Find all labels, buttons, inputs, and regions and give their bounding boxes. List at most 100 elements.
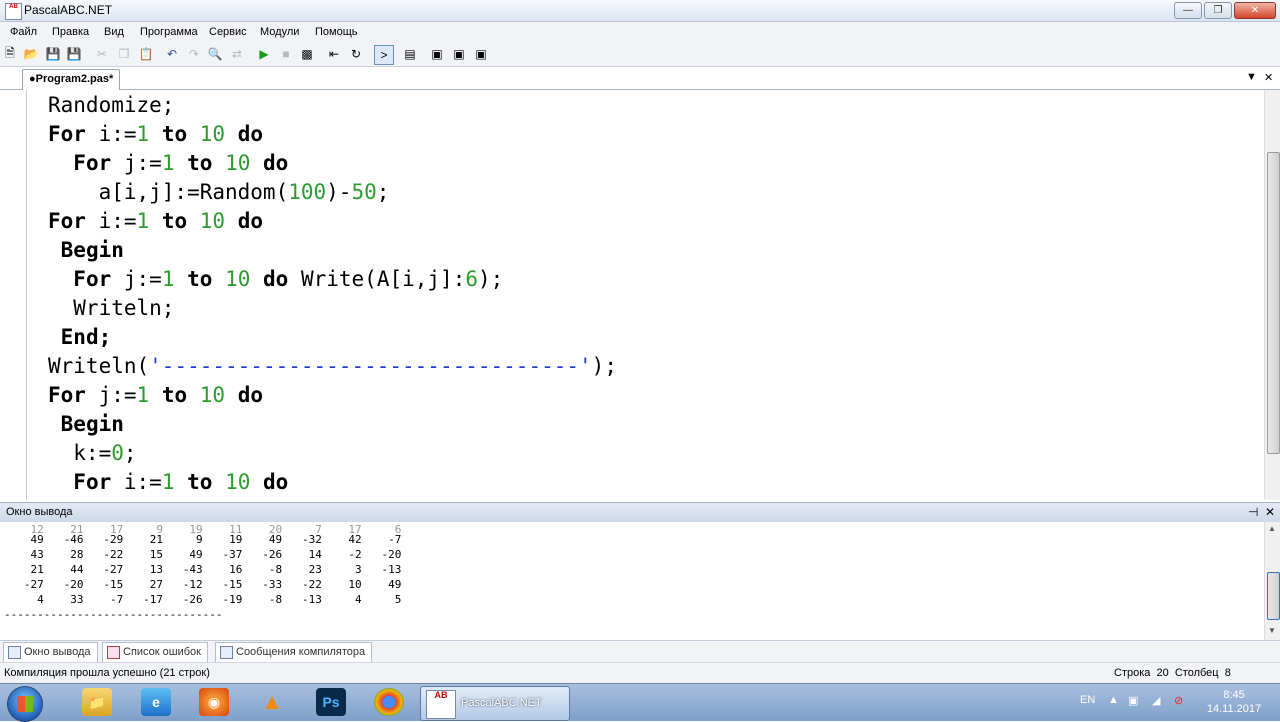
run-icon[interactable]: ▶ <box>256 46 272 62</box>
chrome-icon[interactable] <box>374 688 404 716</box>
code-line: Writeln('-------------------------------… <box>48 354 617 378</box>
menu-help[interactable]: Помощь <box>315 26 358 38</box>
tab-compiler-messages[interactable]: Сообщения компилятора <box>215 642 373 663</box>
panel-tabs: Окно вывода Список ошибок Сообщения комп… <box>0 640 1280 663</box>
menu-bar: Файл Правка Вид Программа Сервис Модули … <box>0 22 1280 42</box>
pascalabc-icon: AB <box>426 690 456 719</box>
firefox-icon[interactable]: ◉ <box>199 688 229 716</box>
code-editor[interactable]: Randomize; For i:=1 to 10 do For j:=1 to … <box>0 90 1264 500</box>
code-line: For i:=1 to 10 do <box>73 470 289 494</box>
scroll-down-icon[interactable]: ▼ <box>1268 626 1276 635</box>
menu-file[interactable]: Файл <box>10 26 37 38</box>
output-header: Окно вывода ⊣ ✕ <box>0 502 1280 523</box>
cut-icon[interactable]: ✂ <box>94 46 110 62</box>
tab-close-icon[interactable]: ✕ <box>1264 71 1273 84</box>
code-line: Begin <box>60 412 124 436</box>
code-line: Begin <box>60 238 124 262</box>
output-close-icon[interactable]: ✕ <box>1265 505 1275 519</box>
maximize-button[interactable]: ❐ <box>1204 2 1232 19</box>
tray-expand-icon[interactable]: ▲ <box>1108 694 1119 706</box>
status-bar: Компиляция прошла успешно (21 строк) Стр… <box>0 662 1280 684</box>
tray-device-icon[interactable]: ▣ <box>1128 694 1138 707</box>
output-scroll-thumb[interactable] <box>1267 572 1280 620</box>
code-line: Randomize; <box>48 93 175 117</box>
output-line: 49 -46 -29 21 9 19 49 -32 42 -7 <box>4 533 402 546</box>
window-icon-3[interactable]: ▣ <box>473 46 489 62</box>
taskbar-pascalabc[interactable]: AB PascalABC.NET <box>420 686 570 721</box>
menu-view[interactable]: Вид <box>104 26 124 38</box>
output-icon <box>8 646 21 659</box>
tab-list-icon[interactable]: ▼ <box>1246 71 1257 83</box>
output-line: -27 -20 -15 27 -12 -15 -33 -22 10 49 <box>4 578 402 591</box>
explorer-icon[interactable]: 📁 <box>82 688 112 716</box>
editor-gutter <box>26 90 27 500</box>
document-tabs: ●Program2.pas* ▼ ✕ <box>0 67 1280 90</box>
format-icon[interactable]: ▤ <box>402 46 418 62</box>
console-icon[interactable]: > <box>374 45 394 65</box>
save-icon[interactable]: 💾 <box>45 46 61 62</box>
code-line: For j:=1 to 10 do Write(A[i,j]:6); <box>73 267 504 291</box>
vlc-icon[interactable]: ▲ <box>257 688 287 716</box>
output-title: Окно вывода <box>6 506 73 518</box>
taskbar: 📁 e ◉ ▲ Ps AB PascalABC.NET EN ▲ ▣ ◢ ⊘ 8… <box>0 683 1280 722</box>
replace-icon[interactable]: ⇄ <box>229 46 245 62</box>
new-file-icon[interactable]: 🗎 <box>2 46 18 62</box>
code-line: For i:=1 to 10 do <box>48 209 264 233</box>
window-icon-2[interactable]: ▣ <box>451 46 467 62</box>
window-icon-1[interactable]: ▣ <box>429 46 445 62</box>
redo-icon[interactable]: ↷ <box>186 46 202 62</box>
step-over-icon[interactable]: ↻ <box>348 46 364 62</box>
pin-icon[interactable]: ⊣ <box>1248 505 1258 519</box>
volume-muted-icon[interactable]: ⊘ <box>1174 694 1183 707</box>
output-line: 43 28 -22 15 49 -37 -26 14 -2 -20 <box>4 548 402 561</box>
output-line: 4 33 -7 -17 -26 -19 -8 -13 4 5 <box>4 593 402 606</box>
menu-service[interactable]: Сервис <box>209 26 247 38</box>
network-icon[interactable]: ◢ <box>1152 694 1160 707</box>
save-all-icon[interactable]: 💾 <box>66 46 82 62</box>
output-line: 21 44 -27 13 -43 16 -8 23 3 -13 <box>4 563 402 576</box>
find-icon[interactable]: 🔍 <box>207 46 223 62</box>
scroll-up-icon[interactable]: ▲ <box>1268 524 1276 533</box>
code-line: k:=0; <box>48 441 137 465</box>
close-button[interactable]: ✕ <box>1234 2 1276 19</box>
window-title: PascalABC.NET <box>24 3 113 17</box>
error-list-icon <box>107 646 120 659</box>
undo-icon[interactable]: ↶ <box>164 46 180 62</box>
window-controls: — ❐ ✕ <box>1174 2 1276 19</box>
start-button[interactable] <box>7 686 43 722</box>
code-line: Writeln; <box>48 296 175 320</box>
paste-icon[interactable]: 📋 <box>138 46 154 62</box>
compile-icon[interactable]: ▩ <box>299 46 315 62</box>
code-line: a[i,j]:=Random(100)-50; <box>48 180 390 204</box>
menu-modules[interactable]: Модули <box>260 26 299 38</box>
minimize-button[interactable]: — <box>1174 2 1202 19</box>
title-bar: AB PascalABC.NET — ❐ ✕ <box>0 0 1280 22</box>
menu-edit[interactable]: Правка <box>52 26 89 38</box>
code-line: For i:=1 to 10 do <box>48 122 264 146</box>
output-window[interactable]: 12 21 17 9 19 11 20 7 17 6 49 -46 -29 21… <box>0 522 1264 640</box>
editor-scrollbar[interactable] <box>1264 90 1280 500</box>
messages-icon <box>220 646 233 659</box>
copy-icon[interactable]: ❐ <box>116 46 132 62</box>
clock[interactable]: 8:45 14.11.2017 <box>1206 688 1262 716</box>
code-line: For j:=1 to 10 do <box>73 151 289 175</box>
open-folder-icon[interactable]: 📂 <box>23 46 39 62</box>
step-into-icon[interactable]: ⇤ <box>326 46 342 62</box>
menu-program[interactable]: Программа <box>140 26 198 38</box>
stop-icon[interactable]: ■ <box>278 46 294 62</box>
photoshop-icon[interactable]: Ps <box>316 688 346 716</box>
cursor-position: Строка 20 Столбец 8 <box>1114 667 1231 679</box>
tab-errors[interactable]: Список ошибок <box>102 642 208 663</box>
language-indicator[interactable]: EN <box>1080 694 1095 706</box>
code-line: For j:=1 to 10 do <box>48 383 264 407</box>
ie-icon[interactable]: e <box>141 688 171 716</box>
toolbar: 🗎 📂 💾 💾 ✂ ❐ 📋 ↶ ↷ 🔍 ⇄ ▶ ■ ▩ ⇤ ↻ > ▤ ▣ ▣ … <box>0 42 1280 67</box>
code-line: End; <box>60 325 112 349</box>
output-line: --------------------------------- <box>4 608 223 621</box>
editor-scroll-thumb[interactable] <box>1267 152 1280 454</box>
status-message: Компиляция прошла успешно (21 строк) <box>4 667 210 679</box>
output-scrollbar[interactable]: ▲ ▼ <box>1264 522 1280 640</box>
tab-output[interactable]: Окно вывода <box>3 642 98 663</box>
tab-program2[interactable]: ●Program2.pas* <box>22 69 121 90</box>
app-icon: AB <box>5 3 22 20</box>
